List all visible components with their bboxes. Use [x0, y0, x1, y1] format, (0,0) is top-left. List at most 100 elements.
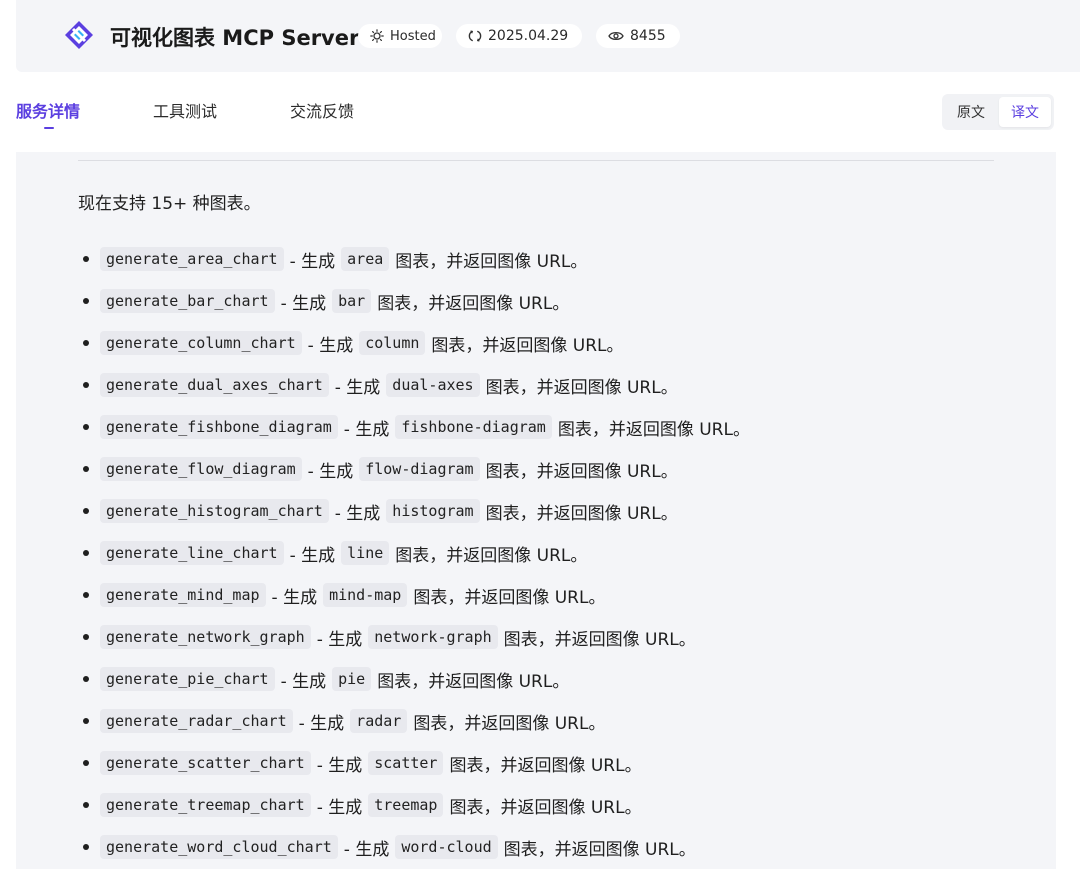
diamond-logo-icon [65, 21, 93, 49]
tool-sep: - 生成 [316, 629, 363, 650]
header-bar: 可视化图表 MCP Server Hosted 2025.04.29 8455 [16, 0, 1080, 72]
tool-tail: 图表，并返回图像 URL。 [449, 755, 642, 776]
tool-name: generate_mind_map [100, 583, 266, 607]
bullet-icon [83, 844, 89, 850]
bullet-icon [83, 592, 89, 598]
hosted-label: Hosted [390, 28, 436, 44]
tool-tail: 图表，并返回图像 URL。 [503, 839, 696, 860]
tab-feedback[interactable]: 交流反馈 [290, 98, 354, 122]
tool-name: generate_histogram_chart [100, 499, 329, 523]
tool-sep: - 生成 [316, 755, 363, 776]
tool-sep: - 生成 [289, 545, 336, 566]
tool-name: generate_line_chart [100, 541, 284, 565]
tool-name: generate_dual_axes_chart [100, 373, 329, 397]
list-item: generate_word_cloud_chart - 生成 word-cloud 图… [83, 826, 750, 868]
tool-name: generate_treemap_chart [100, 793, 311, 817]
app-title: 可视化图表 MCP Server [110, 26, 360, 50]
list-item: generate_treemap_chart - 生成 treemap 图表，并返回图… [83, 784, 750, 826]
tool-tail: 图表，并返回图像 URL。 [503, 629, 696, 650]
tool-sep: - 生成 [271, 587, 318, 608]
bullet-icon [83, 340, 89, 346]
chart-type: bar [332, 289, 372, 313]
views-count: 8455 [630, 28, 666, 44]
language-toggle: 原文 译文 [942, 94, 1054, 130]
chart-type: word-cloud [395, 835, 498, 859]
chart-type: column [359, 331, 426, 355]
tool-tail: 图表，并返回图像 URL。 [485, 461, 678, 482]
tool-sep: - 生成 [307, 335, 354, 356]
tool-sep: - 生成 [289, 251, 336, 272]
chart-type: flow-diagram [359, 457, 480, 481]
tool-sep: - 生成 [316, 797, 363, 818]
list-item: generate_scatter_chart - 生成 scatter 图表，并返回图… [83, 742, 750, 784]
sync-icon [468, 30, 482, 42]
tool-name: generate_bar_chart [100, 289, 275, 313]
chart-type: line [341, 541, 390, 565]
list-item: generate_bar_chart - 生成 bar 图表，并返回图像 URL。 [83, 280, 750, 322]
translated-text-button[interactable]: 译文 [999, 97, 1051, 127]
bullet-icon [83, 634, 89, 640]
date-label: 2025.04.29 [488, 28, 569, 44]
views-badge: 8455 [596, 24, 680, 48]
tool-name: generate_flow_diagram [100, 457, 302, 481]
bullet-icon [83, 718, 89, 724]
chart-type: scatter [368, 751, 444, 775]
tab-service-details[interactable]: 服务详情 [16, 98, 80, 122]
list-item: generate_flow_diagram - 生成 flow-diagram 图表，… [83, 448, 750, 490]
bullet-icon [83, 424, 89, 430]
list-item: generate_radar_chart - 生成 radar 图表，并返回图像 UR… [83, 700, 750, 742]
bullet-icon [83, 676, 89, 682]
tool-name: generate_network_graph [100, 625, 311, 649]
date-badge: 2025.04.29 [456, 24, 582, 48]
tool-name: generate_word_cloud_chart [100, 835, 338, 859]
tool-tail: 图表，并返回图像 URL。 [557, 419, 750, 440]
chart-type: dual-axes [386, 373, 480, 397]
tool-list: generate_area_chart - 生成 area 图表，并返回图像 URL。… [83, 238, 750, 868]
list-item: generate_dual_axes_chart - 生成 dual-axes 图表，… [83, 364, 750, 406]
tool-sep: - 生成 [298, 713, 345, 734]
tool-tail: 图表，并返回图像 URL。 [449, 797, 642, 818]
tab-tool-test[interactable]: 工具测试 [153, 98, 217, 122]
chart-type: radar [350, 709, 408, 733]
tool-name: generate_scatter_chart [100, 751, 311, 775]
original-text-button[interactable]: 原文 [945, 97, 997, 127]
chart-type: histogram [386, 499, 480, 523]
intro-text: 现在支持 15+ 种图表。 [78, 194, 261, 214]
tool-tail: 图表，并返回图像 URL。 [485, 503, 678, 524]
bullet-icon [83, 550, 89, 556]
list-item: generate_pie_chart - 生成 pie 图表，并返回图像 URL。 [83, 658, 750, 700]
chart-type: pie [332, 667, 372, 691]
tool-sep: - 生成 [307, 461, 354, 482]
list-item: generate_line_chart - 生成 line 图表，并返回图像 URL。 [83, 532, 750, 574]
tool-sep: - 生成 [343, 839, 390, 860]
tool-tail: 图表，并返回图像 URL。 [377, 671, 570, 692]
list-item: generate_column_chart - 生成 column 图表，并返回图像 … [83, 322, 750, 364]
tool-tail: 图表，并返回图像 URL。 [413, 713, 606, 734]
hosted-badge: Hosted [358, 24, 442, 48]
tool-name: generate_column_chart [100, 331, 302, 355]
tool-sep: - 生成 [280, 671, 327, 692]
tool-tail: 图表，并返回图像 URL。 [395, 251, 588, 272]
tab-bar: 服务详情 工具测试 交流反馈 [0, 72, 1080, 152]
bullet-icon [83, 298, 89, 304]
tool-sep: - 生成 [334, 377, 381, 398]
list-item: generate_area_chart - 生成 area 图表，并返回图像 URL。 [83, 238, 750, 280]
chart-type: network-graph [368, 625, 498, 649]
active-tab-indicator [44, 127, 54, 129]
content-panel: 现在支持 15+ 种图表。 generate_area_chart - 生成 are… [16, 152, 1056, 869]
bullet-icon [83, 256, 89, 262]
bullet-icon [83, 382, 89, 388]
tool-tail: 图表，并返回图像 URL。 [485, 377, 678, 398]
bullet-icon [83, 760, 89, 766]
bullet-icon [83, 508, 89, 514]
list-item: generate_network_graph - 生成 network-graph 图… [83, 616, 750, 658]
tool-tail: 图表，并返回图像 URL。 [413, 587, 606, 608]
list-item: generate_fishbone_diagram - 生成 fishbone-di… [83, 406, 750, 448]
list-item: generate_mind_map - 生成 mind-map 图表，并返回图像 UR… [83, 574, 750, 616]
content-divider [78, 160, 994, 161]
chart-type: fishbone-diagram [395, 415, 552, 439]
list-item: generate_histogram_chart - 生成 histogram 图表，… [83, 490, 750, 532]
eye-icon [608, 31, 624, 41]
tool-sep: - 生成 [280, 293, 327, 314]
chart-type: area [341, 247, 390, 271]
